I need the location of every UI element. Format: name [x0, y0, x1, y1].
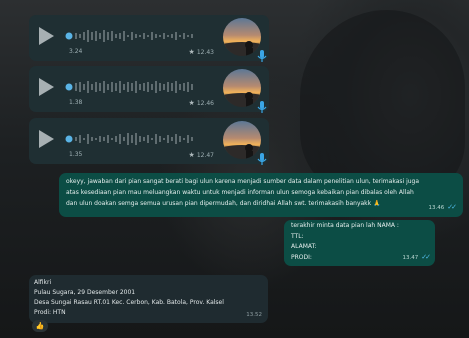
- play-icon[interactable]: [39, 130, 54, 148]
- star-icon: ★: [188, 99, 195, 107]
- message-time: 12.47: [196, 152, 214, 159]
- message-text-line: dan ulun doakan semga semua urusan pian …: [66, 200, 381, 207]
- message-text-line: atas kesediaan pian mau meluangkan waktu…: [66, 189, 414, 196]
- message-meta: 13.47 ✓✓: [402, 252, 431, 264]
- message-text-line: Prodi: HTN: [34, 309, 66, 316]
- voice-message-2[interactable]: 1.38 ★ 12.46: [29, 66, 269, 113]
- star-icon: ★: [188, 48, 195, 56]
- avatar: [223, 18, 261, 56]
- message-meta: ★ 12.47: [189, 151, 214, 159]
- message-time: 12.46: [196, 100, 214, 107]
- play-icon[interactable]: [39, 27, 54, 45]
- incoming-message[interactable]: Alfikri Pulau Sugara, 29 Desember 2001 D…: [29, 275, 268, 323]
- double-check-icon: ✓✓: [421, 253, 431, 261]
- voice-message-3[interactable]: 1.35 ★ 12.47: [29, 118, 269, 165]
- message-time: 13.46: [428, 205, 445, 211]
- message-text-line: Desa Sungai Rasau RT.01 Kec. Cerbon, Kab…: [34, 299, 224, 306]
- message-text-line: PRODI:: [291, 253, 312, 261]
- waveform: [65, 30, 193, 42]
- message-meta: ★ 12.43: [189, 48, 214, 56]
- outgoing-message-1[interactable]: okeyy, jawaban dari pian sangat berati b…: [59, 173, 463, 217]
- message-text-line: ALAMAT:: [291, 243, 317, 250]
- waveform: [65, 133, 193, 145]
- avatar: [223, 69, 261, 107]
- star-icon: ★: [188, 151, 195, 159]
- message-text-line: terakhir minta data pian lah NAMA :: [291, 222, 399, 229]
- mic-icon: [257, 153, 267, 165]
- play-icon[interactable]: [39, 78, 54, 96]
- double-check-icon: ✓✓: [447, 203, 457, 211]
- message-text-line: okeyy, jawaban dari pian sangat berati b…: [66, 178, 420, 185]
- mic-icon: [257, 50, 267, 62]
- avatar: [223, 121, 261, 159]
- outgoing-message-2[interactable]: terakhir minta data pian lah NAMA : TTL:…: [284, 220, 435, 266]
- message-time: 13.52: [246, 312, 262, 318]
- message-meta: 13.46 ✓✓: [428, 202, 457, 214]
- voice-duration: 1.35: [69, 151, 83, 158]
- message-text-line: TTL:: [291, 232, 304, 240]
- message-text-line: Alfikri: [34, 279, 52, 286]
- voice-duration: 1.38: [69, 99, 83, 106]
- message-time: 13.47: [402, 255, 419, 261]
- message-text-line: Pulau Sugara, 29 Desember 2001: [34, 289, 136, 296]
- voice-duration: 3.24: [69, 48, 83, 55]
- message-time: 12.43: [196, 49, 214, 56]
- thumbs-up-icon[interactable]: 👍: [32, 320, 48, 332]
- message-meta: ★ 12.46: [189, 99, 214, 107]
- mic-icon: [257, 101, 267, 113]
- wallpaper-silhouette: [300, 10, 465, 200]
- voice-message-1[interactable]: 3.24 ★ 12.43: [29, 15, 269, 62]
- waveform: [65, 81, 193, 93]
